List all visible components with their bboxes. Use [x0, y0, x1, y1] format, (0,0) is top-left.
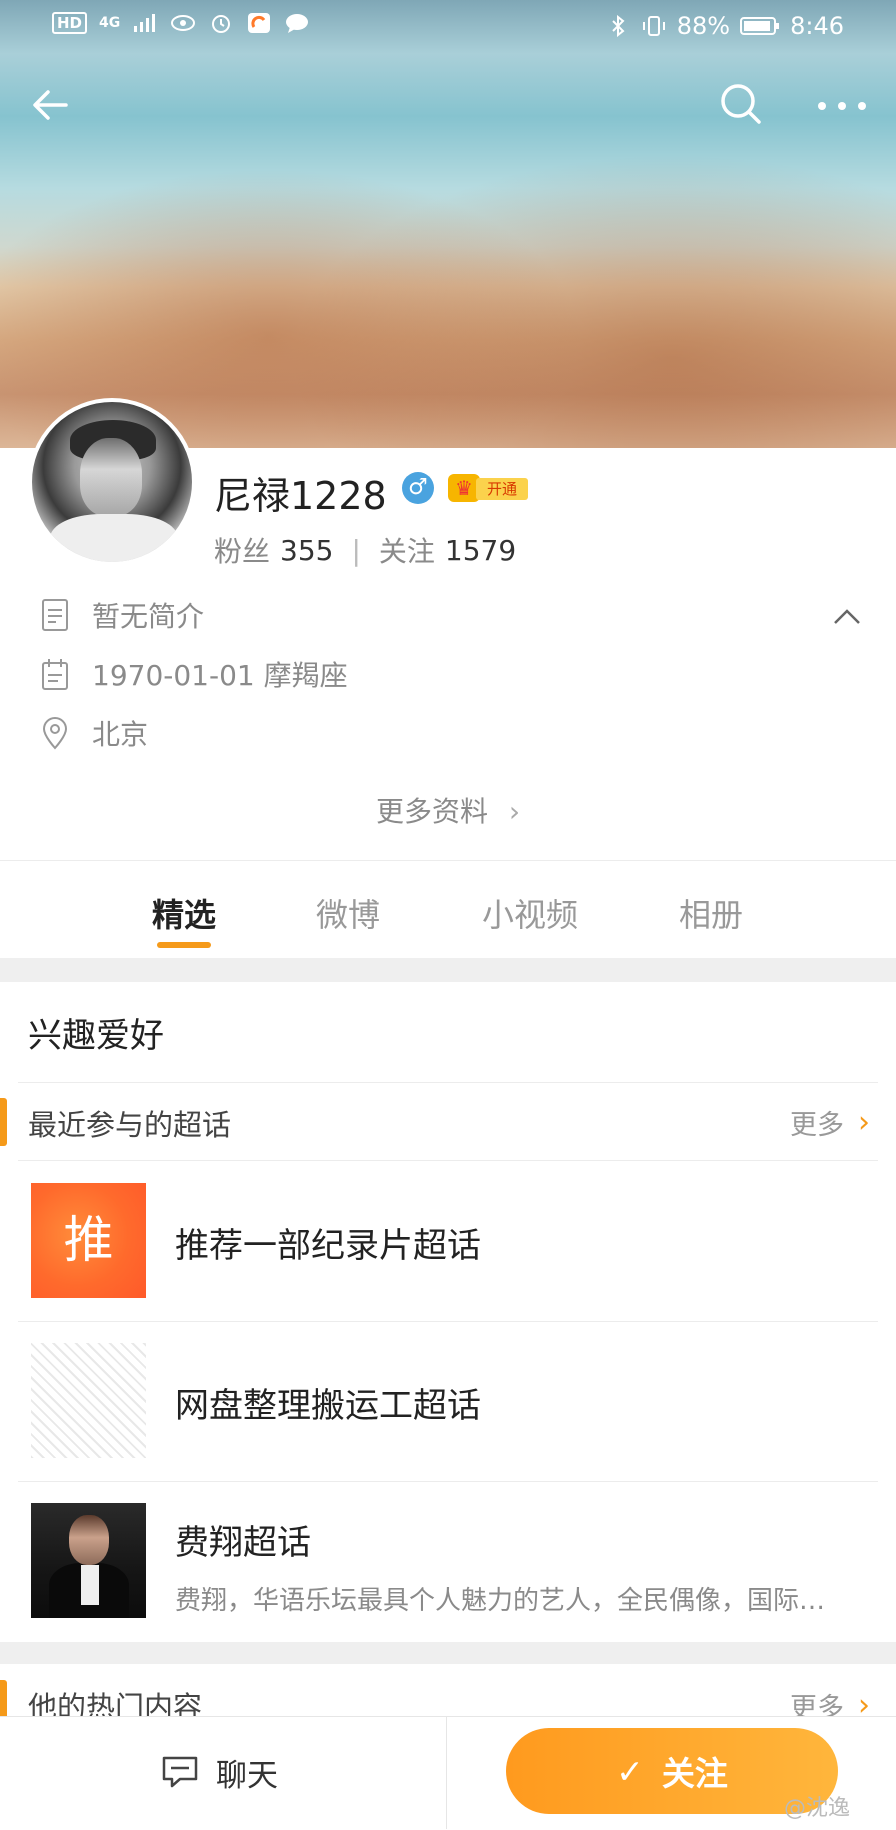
topic-name[interactable]: 网盘整理搬运工超话: [175, 1378, 481, 1427]
divider: [18, 1321, 878, 1322]
vibrate-icon: [642, 16, 665, 36]
calendar-icon: [42, 659, 68, 690]
interests-title: 兴趣爱好: [28, 1016, 164, 1056]
signal-icon: [134, 14, 156, 32]
battery-icon: [740, 17, 780, 35]
status-bar: HD 4G 88% 8:46: [0, 0, 896, 56]
avatar[interactable]: [28, 398, 196, 566]
followers-count[interactable]: 355: [280, 534, 333, 567]
location-row: 北京: [40, 713, 148, 753]
location-pin-icon: [42, 717, 68, 750]
chat-button[interactable]: 聊天: [160, 1745, 300, 1799]
gender-male-icon: ♂: [402, 472, 434, 504]
search-button[interactable]: [716, 80, 766, 130]
bio-row: 暂无简介: [40, 595, 204, 635]
section-gap: [0, 958, 896, 982]
tab-featured[interactable]: 精选: [114, 890, 254, 936]
following-label[interactable]: 关注: [379, 530, 435, 570]
following-count[interactable]: 1579: [445, 534, 516, 567]
tab-weibo[interactable]: 微博: [278, 890, 418, 936]
birthday-text: 1970-01-01 摩羯座: [92, 659, 348, 692]
more-dots-icon: [818, 102, 866, 110]
topic-thumbnail[interactable]: [31, 1503, 146, 1618]
clock-time: 8:46: [790, 12, 844, 40]
topic-name[interactable]: 费翔超话: [175, 1515, 311, 1564]
search-icon: [721, 84, 761, 124]
location-text: 北京: [92, 718, 149, 751]
recent-topics-title: 最近参与的超话: [28, 1108, 232, 1142]
divider: [18, 1481, 878, 1482]
more-info-label: 更多资料: [375, 795, 488, 828]
more-info-link[interactable]: 更多资料 ›: [0, 790, 896, 830]
bottom-divider: [446, 1716, 447, 1829]
divider: [18, 1082, 878, 1083]
tab-short-video[interactable]: 小视频: [460, 890, 600, 936]
vip-open-tag: 开通: [476, 478, 528, 500]
section-gap: [0, 1642, 896, 1664]
section-accent-bar: [0, 1098, 7, 1146]
chat-label: 聊天: [216, 1757, 278, 1794]
topic-description: 费翔，华语乐坛最具个人魅力的艺人，全民偶像，国际…: [175, 1586, 826, 1616]
birthday-row: 1970-01-01 摩羯座: [40, 654, 348, 694]
watermark: @沈逸: [784, 1796, 851, 1821]
bluetooth-icon: [612, 15, 625, 37]
more-label: 更多: [790, 1110, 844, 1141]
battery-percent: 88%: [676, 12, 731, 40]
tab-album[interactable]: 相册: [641, 890, 781, 936]
eye-icon: [171, 15, 196, 31]
network-type: 4G: [99, 15, 121, 31]
document-icon: [42, 599, 68, 631]
vip-badge[interactable]: ♛ 开通: [448, 472, 528, 506]
message-icon: [286, 14, 309, 33]
stats-separator: |: [351, 533, 361, 567]
cover-banner: [0, 0, 896, 448]
bio-text: 暂无简介: [92, 600, 205, 633]
didi-app-icon: [248, 13, 271, 33]
check-icon: ✓: [616, 1751, 644, 1791]
profile-name: 尼禄1228: [214, 474, 387, 518]
recent-topics-more-link[interactable]: 更多 ›: [790, 1103, 870, 1142]
follow-stats: 粉丝 355 | 关注 1579: [214, 530, 516, 570]
alarm-icon: [212, 15, 231, 33]
profile-tabs: 精选 微博 小视频 相册: [0, 862, 896, 958]
topic-thumbnail[interactable]: 推: [31, 1183, 146, 1298]
divider: [0, 860, 896, 861]
active-tab-indicator: [157, 942, 211, 948]
back-button[interactable]: [26, 80, 76, 130]
chevron-up-icon: [834, 609, 860, 624]
status-right: 88% 8:46: [605, 12, 844, 40]
more-info-chevron-icon: ›: [508, 795, 521, 828]
divider: [18, 1160, 878, 1161]
topic-thumbnail[interactable]: [31, 1343, 146, 1458]
chevron-right-icon: ›: [858, 1105, 870, 1140]
collapse-info-button[interactable]: [830, 600, 864, 634]
followers-label[interactable]: 粉丝: [214, 530, 270, 570]
topic-name[interactable]: 推荐一部纪录片超话: [175, 1218, 481, 1267]
follow-label: 关注: [661, 1754, 728, 1793]
back-arrow-icon: [33, 90, 68, 120]
status-left: HD 4G: [52, 12, 310, 34]
hd-indicator: HD: [52, 12, 88, 34]
chat-bubble-icon: [162, 1756, 198, 1788]
more-options-button[interactable]: [812, 82, 872, 128]
